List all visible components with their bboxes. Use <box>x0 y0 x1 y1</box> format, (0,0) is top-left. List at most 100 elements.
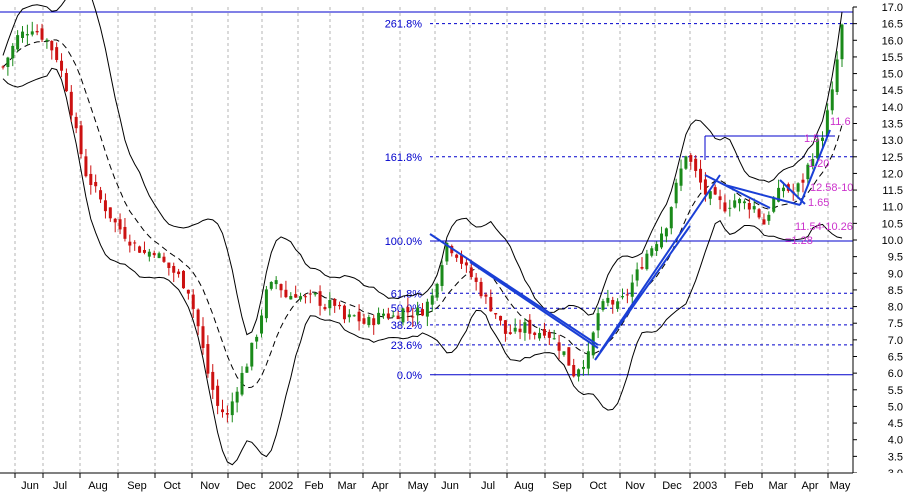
candle-body <box>201 326 205 348</box>
y-tick-label: 16.0 <box>882 35 903 47</box>
x-tick-label: Jun <box>441 480 459 492</box>
candlestick <box>45 38 49 49</box>
candlestick <box>757 208 761 220</box>
candlestick <box>279 283 283 298</box>
candle-body <box>386 313 390 318</box>
candle-body <box>377 312 381 325</box>
candlestick <box>503 320 507 342</box>
candle-body <box>264 289 268 319</box>
candlestick <box>767 211 771 225</box>
candlestick <box>255 334 259 349</box>
candle-body <box>318 291 322 306</box>
candle-body <box>689 155 693 162</box>
annotation-label: 11.6 <box>830 116 851 128</box>
candle-body <box>528 319 532 334</box>
candlestick <box>177 268 181 278</box>
candle-body <box>381 313 385 316</box>
candle-body <box>635 269 639 281</box>
candle-body <box>206 344 210 374</box>
candle-body <box>35 30 39 33</box>
candle-body <box>186 289 190 294</box>
candlestick <box>284 280 288 299</box>
candlestick <box>547 329 551 346</box>
candle-body <box>147 251 151 257</box>
candle-body <box>108 207 112 219</box>
candlestick <box>221 399 225 418</box>
candle-body <box>1 66 5 68</box>
candlestick <box>538 327 542 341</box>
candle-body <box>455 254 459 258</box>
annotation-label: 12.58-10 <box>810 182 853 194</box>
candlestick <box>367 314 371 328</box>
candlestick <box>94 174 98 193</box>
candle-body <box>538 332 542 339</box>
candlestick <box>728 199 732 217</box>
candlestick <box>611 296 615 314</box>
candlestick <box>801 173 805 193</box>
candlestick <box>557 334 561 360</box>
candlestick <box>435 282 439 301</box>
y-tick-label: 4.5 <box>888 418 903 430</box>
candlestick <box>596 307 600 339</box>
candlestick <box>152 250 156 259</box>
candlestick <box>372 314 376 335</box>
candlestick <box>650 245 654 258</box>
candlestick <box>406 297 410 322</box>
candle-body <box>6 57 10 67</box>
candle-body <box>133 242 137 244</box>
candlestick <box>74 112 78 134</box>
candlestick <box>21 26 25 43</box>
y-tick-label: 6.5 <box>888 352 903 364</box>
candlestick <box>308 289 312 304</box>
y-tick-label: 8.5 <box>888 285 903 297</box>
candlestick <box>108 207 112 222</box>
candlestick <box>55 42 59 63</box>
candlestick <box>640 257 644 270</box>
y-tick-label: 7.0 <box>888 335 903 347</box>
y-tick-label: 5.5 <box>888 385 903 397</box>
candlestick <box>713 184 717 196</box>
candle-body <box>464 262 468 266</box>
stock-chart: 261.8%161.8%100.0%61.8%50.0%38.2%23.6%0.… <box>0 0 907 495</box>
candle-body <box>835 59 839 93</box>
candlestick <box>60 53 64 78</box>
candlestick <box>352 314 356 317</box>
candle-body <box>211 371 215 390</box>
candle-body <box>406 307 410 313</box>
candle-body <box>699 168 703 183</box>
candlestick <box>552 329 556 340</box>
candle-body <box>411 316 415 318</box>
candle-body <box>752 206 756 210</box>
candlestick <box>679 159 683 192</box>
candle-body <box>684 156 688 169</box>
trendlines <box>429 129 835 361</box>
candle-body <box>494 312 498 315</box>
candlestick <box>464 258 468 273</box>
candle-body <box>533 332 537 336</box>
candle-body <box>655 244 659 252</box>
candle-body <box>69 91 73 116</box>
candle-body <box>640 266 644 269</box>
candlestick <box>250 342 254 371</box>
candle-body <box>89 173 93 185</box>
candlestick <box>577 368 581 382</box>
fib-level-label: 161.8% <box>385 152 423 164</box>
candle-body <box>11 45 15 59</box>
candle-body <box>196 309 200 327</box>
candle-body <box>289 296 293 300</box>
candle-body <box>474 277 478 282</box>
candlestick <box>181 270 185 289</box>
lower-band <box>2 67 843 466</box>
candle-body <box>508 332 512 335</box>
candle-body <box>416 307 420 316</box>
candlestick <box>245 363 249 373</box>
candlestick <box>533 331 537 340</box>
candlestick <box>206 335 210 378</box>
candlestick <box>694 155 698 178</box>
candle-body <box>830 89 834 111</box>
candle-body <box>118 219 122 230</box>
candle-body <box>50 40 54 51</box>
candlestick <box>450 244 454 257</box>
candlestick <box>572 358 576 378</box>
candle-body <box>333 299 337 306</box>
